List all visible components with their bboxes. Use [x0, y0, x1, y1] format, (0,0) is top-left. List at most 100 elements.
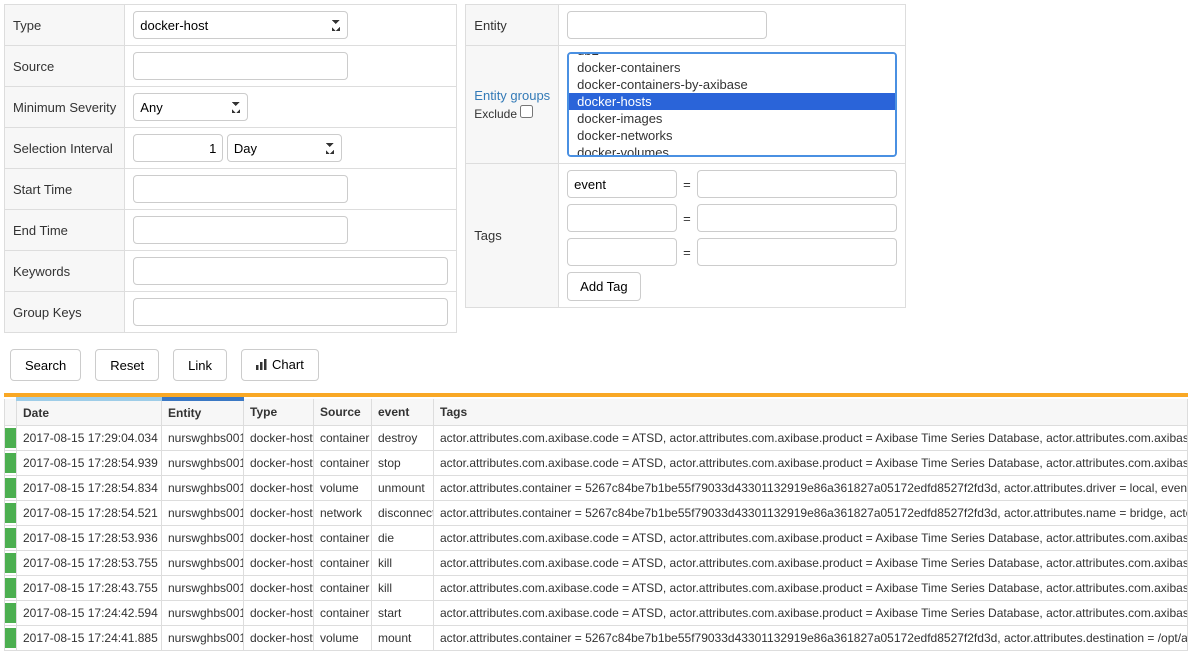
table-row[interactable]: 2017-08-15 17:28:53.936nurswghbs001docke… [5, 526, 1188, 551]
selection-interval-unit[interactable]: Day [227, 134, 342, 162]
entity-group-option[interactable]: docker-containers-by-axibase [569, 76, 895, 93]
cell-entity: nurswghbs001 [162, 476, 244, 501]
col-entity[interactable]: Entity [162, 399, 244, 426]
cell-event: mount [372, 626, 434, 651]
cell-date: 2017-08-15 17:29:04.034 [17, 426, 162, 451]
cell-entity: nurswghbs001 [162, 626, 244, 651]
cell-tags: actor.attributes.com.axibase.code = ATSD… [434, 576, 1188, 601]
entity-group-option[interactable]: docker-volumes [569, 144, 895, 157]
col-source[interactable]: Source [314, 399, 372, 426]
end-time-label: End Time [5, 210, 125, 251]
tags-label: Tags [466, 164, 559, 308]
link-button[interactable]: Link [173, 349, 227, 381]
entity-group-option[interactable]: docker-images [569, 110, 895, 127]
table-row[interactable]: 2017-08-15 17:28:53.755nurswghbs001docke… [5, 551, 1188, 576]
cell-date: 2017-08-15 17:28:54.834 [17, 476, 162, 501]
tag-value-input[interactable] [697, 170, 897, 198]
entity-groups-list[interactable]: db2docker-containersdocker-containers-by… [567, 52, 897, 157]
status-indicator [5, 603, 17, 623]
status-indicator [5, 553, 17, 573]
cell-date: 2017-08-15 17:24:42.594 [17, 601, 162, 626]
cell-date: 2017-08-15 17:28:53.755 [17, 551, 162, 576]
cell-date: 2017-08-15 17:28:53.936 [17, 526, 162, 551]
cell-type: docker-host [244, 601, 314, 626]
cell-type: docker-host [244, 526, 314, 551]
chart-button[interactable]: Chart [241, 349, 319, 381]
cell-entity: nurswghbs001 [162, 526, 244, 551]
type-select[interactable]: docker-host [133, 11, 348, 39]
cell-source: container [314, 601, 372, 626]
table-row[interactable]: 2017-08-15 17:28:54.834nurswghbs001docke… [5, 476, 1188, 501]
cell-date: 2017-08-15 17:24:41.885 [17, 626, 162, 651]
min-severity-label: Minimum Severity [5, 87, 125, 128]
results-table-container: Date Entity Type Source event Tags 2017-… [4, 393, 1188, 651]
cell-source: volume [314, 476, 372, 501]
cell-tags: actor.attributes.container = 5267c84be7b… [434, 476, 1188, 501]
exclude-checkbox[interactable] [520, 105, 533, 118]
start-time-input[interactable] [133, 175, 348, 203]
col-date[interactable]: Date [17, 399, 162, 426]
cell-event: kill [372, 551, 434, 576]
group-keys-input[interactable] [133, 298, 448, 326]
keywords-input[interactable] [133, 257, 448, 285]
tag-equals: = [683, 211, 691, 226]
search-button[interactable]: Search [10, 349, 81, 381]
cell-event: unmount [372, 476, 434, 501]
entity-group-option[interactable]: docker-containers [569, 59, 895, 76]
cell-date: 2017-08-15 17:28:54.521 [17, 501, 162, 526]
reset-button[interactable]: Reset [95, 349, 159, 381]
cell-source: container [314, 576, 372, 601]
col-type[interactable]: Type [244, 399, 314, 426]
tag-value-input[interactable] [697, 204, 897, 232]
status-indicator [5, 578, 17, 598]
selection-interval-number[interactable] [133, 134, 223, 162]
keywords-label: Keywords [5, 251, 125, 292]
tag-row: = [567, 170, 897, 198]
cell-type: docker-host [244, 501, 314, 526]
cell-type: docker-host [244, 476, 314, 501]
left-filter-form: Type docker-host Source Minimum Severity… [4, 4, 457, 333]
table-row[interactable]: 2017-08-15 17:24:41.885nurswghbs001docke… [5, 626, 1188, 651]
cell-tags: actor.attributes.com.axibase.code = ATSD… [434, 451, 1188, 476]
tag-key-input[interactable] [567, 204, 677, 232]
table-row[interactable]: 2017-08-15 17:29:04.034nurswghbs001docke… [5, 426, 1188, 451]
cell-event: disconnect [372, 501, 434, 526]
tag-value-input[interactable] [697, 238, 897, 266]
min-severity-select[interactable]: Any [133, 93, 248, 121]
table-row[interactable]: 2017-08-15 17:28:43.755nurswghbs001docke… [5, 576, 1188, 601]
table-row[interactable]: 2017-08-15 17:28:54.939nurswghbs001docke… [5, 451, 1188, 476]
tag-equals: = [683, 177, 691, 192]
col-status [5, 399, 17, 426]
type-label: Type [5, 5, 125, 46]
table-row[interactable]: 2017-08-15 17:28:54.521nurswghbs001docke… [5, 501, 1188, 526]
end-time-input[interactable] [133, 216, 348, 244]
tag-key-input[interactable] [567, 238, 677, 266]
source-input[interactable] [133, 52, 348, 80]
cell-entity: nurswghbs001 [162, 576, 244, 601]
table-row[interactable]: 2017-08-15 17:24:42.594nurswghbs001docke… [5, 601, 1188, 626]
results-table: Date Entity Type Source event Tags 2017-… [4, 397, 1188, 651]
status-indicator [5, 528, 17, 548]
col-tags[interactable]: Tags [434, 399, 1188, 426]
cell-source: container [314, 426, 372, 451]
cell-type: docker-host [244, 576, 314, 601]
cell-tags: actor.attributes.com.axibase.code = ATSD… [434, 526, 1188, 551]
entity-group-option[interactable]: docker-hosts [569, 93, 895, 110]
cell-event: stop [372, 451, 434, 476]
col-event[interactable]: event [372, 399, 434, 426]
entity-group-option[interactable]: docker-networks [569, 127, 895, 144]
cell-entity: nurswghbs001 [162, 426, 244, 451]
cell-entity: nurswghbs001 [162, 451, 244, 476]
tag-row: = [567, 238, 897, 266]
group-keys-label: Group Keys [5, 292, 125, 333]
exclude-label: Exclude [474, 107, 517, 121]
tag-key-input[interactable] [567, 170, 677, 198]
entity-input[interactable] [567, 11, 767, 39]
status-indicator [5, 503, 17, 523]
start-time-label: Start Time [5, 169, 125, 210]
entity-group-option[interactable]: db2 [569, 52, 895, 59]
entity-groups-link[interactable]: Entity groups [474, 88, 550, 103]
cell-source: container [314, 526, 372, 551]
cell-tags: actor.attributes.container = 5267c84be7b… [434, 626, 1188, 651]
add-tag-button[interactable]: Add Tag [567, 272, 640, 301]
